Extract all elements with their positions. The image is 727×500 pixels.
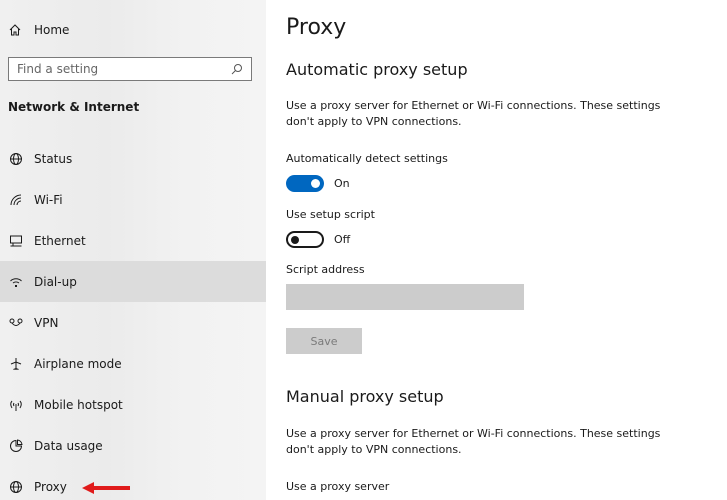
ethernet-icon <box>8 233 24 249</box>
sidebar-item-airplane-mode[interactable]: Airplane mode <box>0 343 266 384</box>
setup-script-state: Off <box>334 233 351 246</box>
data-usage-icon <box>8 438 24 454</box>
detect-settings-row: On <box>286 175 350 192</box>
save-button[interactable]: Save <box>286 328 362 354</box>
sidebar-item-data-usage[interactable]: Data usage <box>0 425 266 466</box>
sidebar-item-label: Data usage <box>34 438 103 453</box>
setup-script-row: Off <box>286 231 350 248</box>
sidebar-item-status[interactable]: Status <box>0 138 266 179</box>
sidebar: Home Find a setting Network & Internet S… <box>0 0 266 500</box>
automatic-proxy-description: Use a proxy server for Ethernet or Wi-Fi… <box>286 99 661 128</box>
dialup-icon <box>8 274 24 290</box>
setup-script-label: Use setup script <box>286 208 375 221</box>
home-label: Home <box>34 23 70 37</box>
sidebar-item-label: VPN <box>34 315 59 330</box>
home-link[interactable]: Home <box>8 20 69 40</box>
search-input[interactable]: Find a setting <box>8 57 252 81</box>
sidebar-item-mobile-hotspot[interactable]: Mobile hotspot <box>0 384 266 425</box>
sidebar-item-label: Ethernet <box>34 233 86 248</box>
detect-settings-toggle[interactable] <box>286 175 324 192</box>
main-panel: Proxy Automatic proxy setup Use a proxy … <box>266 0 727 500</box>
sidebar-item-label: Status <box>34 151 73 166</box>
setup-script-toggle[interactable] <box>286 231 324 248</box>
detect-settings-label: Automatically detect settings <box>286 152 448 165</box>
section-title: Network & Internet <box>8 100 140 114</box>
sidebar-item-vpn[interactable]: VPN <box>0 302 266 343</box>
sidebar-item-ethernet[interactable]: Ethernet <box>0 220 266 261</box>
globe-icon <box>8 479 24 495</box>
annotation-arrow-icon <box>82 482 130 494</box>
use-proxy-label: Use a proxy server <box>286 480 390 493</box>
wifi-icon <box>8 192 24 208</box>
automatic-proxy-heading: Automatic proxy setup <box>286 60 468 79</box>
sidebar-item-wifi[interactable]: Wi-Fi <box>0 179 266 220</box>
sidebar-item-label: Proxy <box>34 479 67 494</box>
globe-status-icon <box>8 151 24 167</box>
hotspot-icon <box>8 397 24 413</box>
sidebar-item-proxy[interactable]: Proxy <box>0 466 266 500</box>
sidebar-item-label: Airplane mode <box>34 356 122 371</box>
home-icon <box>9 24 21 36</box>
airplane-icon <box>8 356 24 372</box>
vpn-icon <box>8 315 24 331</box>
script-address-label: Script address <box>286 263 365 276</box>
detect-settings-state: On <box>334 177 350 190</box>
manual-proxy-heading: Manual proxy setup <box>286 387 444 406</box>
search-icon[interactable] <box>231 63 243 75</box>
sidebar-item-label: Mobile hotspot <box>34 397 123 412</box>
manual-proxy-description: Use a proxy server for Ethernet or Wi-Fi… <box>286 427 661 456</box>
script-address-field[interactable] <box>286 284 524 310</box>
sidebar-item-dialup[interactable]: Dial-up <box>0 261 266 302</box>
page-title: Proxy <box>286 15 347 40</box>
search-placeholder: Find a setting <box>17 62 99 76</box>
sidebar-item-label: Dial-up <box>34 274 77 289</box>
sidebar-item-label: Wi-Fi <box>34 192 63 207</box>
